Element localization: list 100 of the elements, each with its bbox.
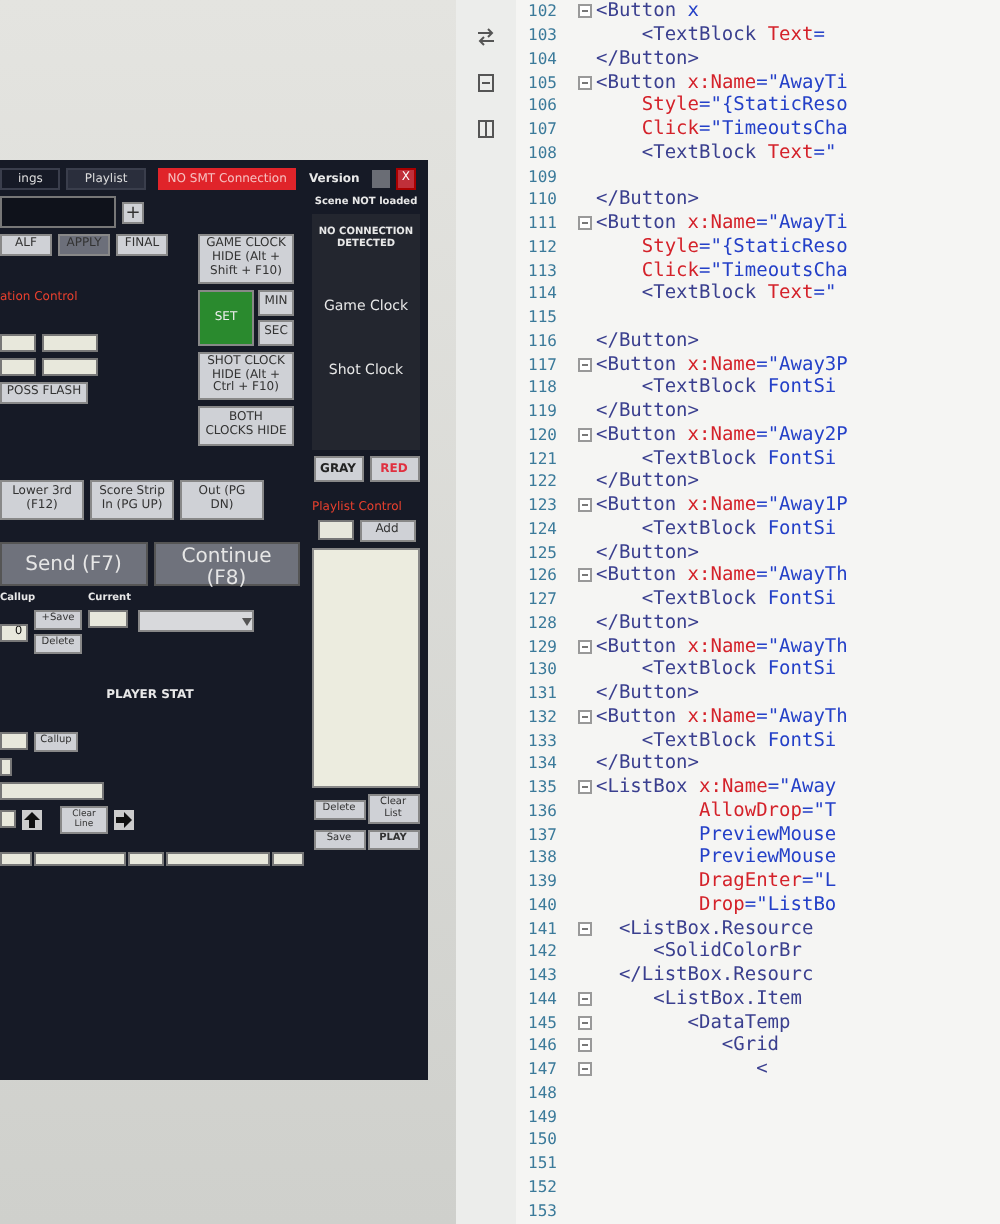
code-line: <DataTemp [685, 1010, 793, 1034]
code-line: <Button x:Name="AwayTh [596, 705, 850, 729]
line-number: 124 [526, 517, 559, 541]
fold-toggle-icon[interactable] [578, 4, 592, 19]
code-line: <Button x:Name="Away2P [596, 423, 850, 447]
text-field[interactable] [0, 357, 36, 376]
up-arrow-button[interactable] [22, 809, 42, 830]
line-number: 125 [526, 541, 559, 564]
code-line: AllowDrop="T [696, 799, 839, 823]
fold-toggle-icon[interactable] [578, 568, 592, 583]
fold-toggle-icon[interactable] [578, 498, 592, 513]
line-number: 127 [526, 588, 559, 611]
code-line: </Button> [596, 540, 701, 564]
fold-toggle-icon[interactable] [578, 427, 592, 442]
code-line: <SolidColorBr [651, 940, 804, 964]
split-view-icon[interactable] [478, 120, 494, 138]
text-field[interactable] [0, 333, 36, 352]
line-number: 146 [516, 1034, 596, 1058]
code-line: </Button> [596, 329, 701, 353]
code-line: <ListBox.Resource [616, 916, 816, 940]
line-number: 153 [526, 1199, 559, 1222]
code-line: </Button> [596, 188, 701, 212]
dropdown[interactable] [137, 610, 254, 633]
code-line: </Button> [596, 752, 701, 776]
line-number: 150 [526, 1128, 559, 1152]
code-line: <TextBlock FontSi [639, 376, 839, 400]
code-line: Style="{StaticReso [639, 94, 850, 118]
code-line: <Button x:Name="AwayTh [596, 564, 850, 588]
fold-toggle-icon[interactable] [578, 216, 592, 231]
code-line: < [754, 1057, 770, 1081]
score-input-field[interactable] [0, 196, 116, 228]
line-number: 121 [526, 447, 559, 470]
table-cell-field[interactable] [272, 851, 304, 866]
fold-toggle-icon[interactable] [578, 639, 592, 654]
line-number: 133 [526, 729, 559, 752]
text-field[interactable] [42, 333, 98, 352]
up-arrow-icon [24, 811, 40, 828]
fold-toggle-icon[interactable] [578, 709, 592, 724]
code-line: <Button x:Name="Away1P [596, 493, 850, 517]
line-number: 119 [526, 400, 559, 423]
line-number: 139 [526, 870, 559, 893]
fold-toggle-icon[interactable] [578, 991, 592, 1006]
current-field[interactable] [88, 610, 128, 629]
line-number: 123 [516, 493, 596, 517]
line-number: 149 [526, 1105, 559, 1128]
fold-toggle-icon[interactable] [578, 1062, 592, 1077]
send-button[interactable]: Send (F7) [0, 542, 147, 587]
code-line: <TextBlock FontSi [639, 517, 839, 541]
right-arrow-icon [116, 811, 132, 828]
swap-arrows-icon[interactable] [478, 28, 494, 46]
fold-toggle-icon[interactable] [578, 780, 592, 795]
text-field[interactable] [0, 757, 12, 776]
line-number: 143 [526, 964, 559, 987]
code-line: <Button x:Name="AwayTi [596, 211, 850, 235]
line-number: 120 [516, 423, 596, 447]
table-cell-field[interactable] [166, 851, 270, 866]
playlist-name-field[interactable] [317, 520, 353, 541]
code-line: </Button> [596, 611, 701, 635]
line-number: 110 [526, 188, 559, 212]
table-cell-field[interactable] [34, 851, 126, 866]
code-line: <Grid [719, 1034, 782, 1058]
table-cell-field[interactable] [128, 851, 164, 866]
line-number: 135 [516, 775, 596, 799]
line-number: 128 [526, 611, 559, 635]
line-number: 130 [526, 658, 559, 682]
line-number: 151 [526, 1152, 559, 1175]
fold-toggle-icon[interactable] [578, 357, 592, 372]
fold-toggle-icon[interactable] [578, 1015, 592, 1030]
code-line: <TextBlock Text=" [639, 141, 839, 165]
line-number: 147 [516, 1057, 596, 1081]
text-field[interactable] [42, 357, 98, 376]
text-field[interactable] [0, 781, 104, 800]
fold-toggle-icon[interactable] [578, 921, 592, 936]
line-number: 108 [526, 141, 559, 165]
table-cell-field[interactable] [0, 851, 32, 866]
line-number: 129 [516, 634, 596, 658]
code-line: </ListBox.Resourc [616, 963, 816, 987]
code-line: <ListBox.Item [651, 987, 804, 1011]
text-field[interactable] [0, 810, 16, 829]
line-number: 132 [516, 705, 596, 729]
minimize-icon[interactable] [371, 169, 390, 188]
fold-toggle-icon[interactable] [578, 75, 592, 90]
code-line: Drop="ListBo [696, 893, 839, 917]
line-number: 112 [526, 235, 559, 259]
line-number: 145 [516, 1010, 596, 1034]
code-line: <TextBlock Text= [639, 23, 827, 47]
line-number: 118 [526, 376, 559, 400]
line-number: 142 [526, 940, 559, 964]
fold-toggle-icon[interactable] [578, 1038, 592, 1053]
code-line: </Button> [596, 47, 701, 71]
line-number: 141 [516, 916, 596, 940]
line-number: 111 [516, 211, 596, 235]
continue-button[interactable]: Continue (F8) [153, 542, 300, 587]
line-number: 109 [526, 165, 559, 188]
collapse-icon[interactable] [478, 74, 494, 92]
right-arrow-button[interactable] [114, 809, 134, 830]
add-button[interactable]: + [122, 201, 144, 223]
text-field[interactable] [0, 732, 28, 751]
line-number: 144 [516, 987, 596, 1011]
code-line: DragEnter="L [696, 869, 839, 893]
